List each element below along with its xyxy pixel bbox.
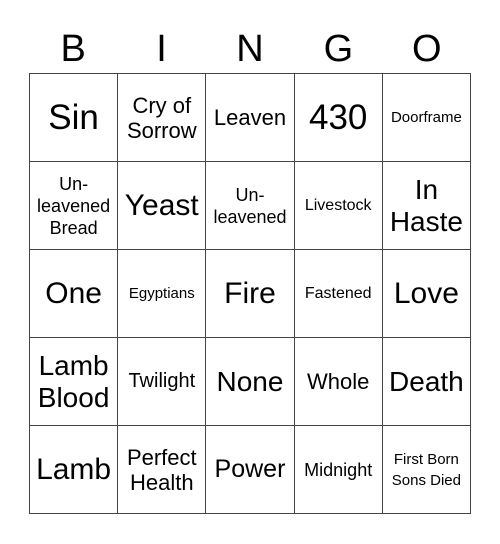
bingo-cell[interactable]: Cry of Sorrow bbox=[118, 74, 207, 162]
bingo-cell[interactable]: Death bbox=[382, 338, 471, 426]
cell-text: First Born Sons Died bbox=[391, 450, 461, 489]
cell-text: Perfect Health bbox=[126, 444, 197, 495]
bingo-cell[interactable]: Love bbox=[382, 250, 471, 338]
cell-text: In Haste bbox=[389, 173, 463, 237]
bingo-cell[interactable]: Fire bbox=[206, 250, 295, 338]
bingo-cell[interactable]: Leaven bbox=[206, 74, 295, 162]
bingo-cell[interactable]: Doorframe bbox=[382, 74, 471, 162]
bingo-grid: Sin Cry of Sorrow Leaven 430 Doorframe U… bbox=[29, 73, 471, 514]
cell-text: Twilight bbox=[128, 370, 196, 392]
cell-text: Love bbox=[393, 277, 459, 310]
bingo-cell[interactable]: Fastened bbox=[294, 250, 383, 338]
cell-text: Midnight bbox=[304, 459, 373, 480]
bingo-cell[interactable]: Un- leavened bbox=[206, 162, 295, 250]
bingo-cell[interactable]: Egyptians bbox=[118, 250, 207, 338]
bingo-cell[interactable]: In Haste bbox=[382, 162, 471, 250]
bingo-cell[interactable]: Perfect Health bbox=[118, 426, 207, 514]
bingo-cell[interactable]: Un- leavened Bread bbox=[30, 162, 119, 250]
header-letter-g: G bbox=[323, 28, 354, 70]
bingo-cell[interactable]: 430 bbox=[294, 74, 383, 162]
cell-text: Death bbox=[389, 365, 464, 397]
cell-text: Lamb bbox=[36, 453, 112, 486]
cell-text: Power bbox=[214, 455, 286, 483]
bingo-cell[interactable]: One bbox=[30, 250, 119, 338]
bingo-cell[interactable]: Power bbox=[206, 426, 295, 514]
cell-text: Whole bbox=[307, 369, 370, 394]
bingo-cell[interactable]: First Born Sons Died bbox=[382, 426, 471, 514]
cell-text: One bbox=[45, 277, 102, 310]
header-letter-b: B bbox=[60, 28, 86, 70]
cell-text: Lamb Blood bbox=[37, 349, 110, 413]
cell-text: 430 bbox=[308, 97, 368, 137]
cell-text: Leaven bbox=[213, 105, 287, 130]
bingo-cell[interactable]: Yeast bbox=[118, 162, 207, 250]
cell-text: Un- leavened Bread bbox=[37, 173, 111, 238]
bingo-cell[interactable]: Lamb Blood bbox=[30, 338, 119, 426]
cell-text: Fire bbox=[224, 277, 276, 310]
cell-text: Doorframe bbox=[390, 108, 462, 126]
cell-text: Fastened bbox=[304, 284, 372, 302]
header-letter-i: I bbox=[156, 28, 167, 70]
bingo-cell[interactable]: Whole bbox=[294, 338, 383, 426]
bingo-cell[interactable]: None bbox=[206, 338, 295, 426]
cell-text: Egyptians bbox=[128, 284, 195, 302]
bingo-cell[interactable]: Midnight bbox=[294, 426, 383, 514]
bingo-cell[interactable]: Twilight bbox=[118, 338, 207, 426]
header-letter-n: N bbox=[236, 28, 264, 70]
bingo-cell[interactable]: Livestock bbox=[294, 162, 383, 250]
bingo-cell[interactable]: Lamb bbox=[30, 426, 119, 514]
header-letter-o: O bbox=[411, 28, 442, 70]
cell-text: None bbox=[216, 365, 284, 397]
cell-text: Livestock bbox=[304, 196, 372, 214]
bingo-cell[interactable]: Sin bbox=[30, 74, 119, 162]
cell-text: Cry of Sorrow bbox=[126, 92, 197, 143]
bingo-header: B I N G O bbox=[29, 26, 471, 72]
cell-text: Sin bbox=[48, 97, 99, 137]
cell-text: Un- leavened bbox=[213, 184, 287, 227]
cell-text: Yeast bbox=[124, 189, 199, 222]
